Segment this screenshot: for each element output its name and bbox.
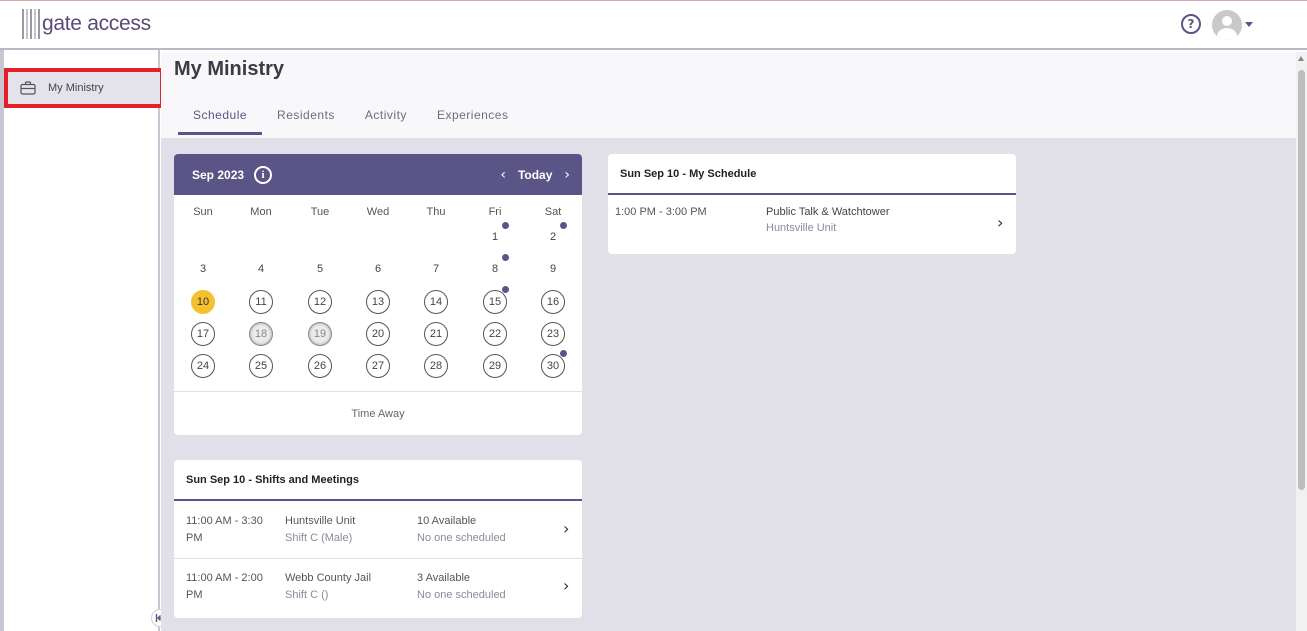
calendar-day[interactable]: 30	[541, 354, 565, 378]
logo-text: gate access	[42, 12, 151, 35]
today-button[interactable]: Today	[518, 168, 552, 182]
avatar[interactable]	[1212, 10, 1242, 40]
briefcase-icon	[20, 81, 36, 95]
calendar-day: 5	[316, 263, 324, 275]
calendar-day-today[interactable]: 10	[191, 290, 215, 314]
event-dot	[502, 222, 509, 229]
calendar-day[interactable]: 19	[308, 322, 332, 346]
schedule-item-title: Public Talk & Watchtower	[766, 206, 890, 218]
shift-name: Shift C ()	[285, 589, 329, 601]
weekday-label: Sat	[544, 206, 562, 218]
event-dot	[560, 222, 567, 229]
calendar-day: 8	[491, 263, 499, 275]
calendar-day[interactable]: 29	[483, 354, 507, 378]
scroll-thumb[interactable]	[1298, 70, 1305, 490]
calendar-day[interactable]: 25	[249, 354, 273, 378]
schedule-item-location: Huntsville Unit	[766, 222, 837, 234]
shift-location: Webb County Jail	[285, 572, 372, 584]
schedule-item-time: 1:00 PM - 3:00 PM	[615, 206, 707, 218]
calendar-day[interactable]: 27	[366, 354, 390, 378]
shift-time: 11:00 AM - 2:00	[186, 572, 263, 584]
chevron-right-icon[interactable]: ›	[563, 519, 569, 538]
calendar-card: Sep 2023 i ‹ Today › Sun Mon Tue Wed Thu Fri S…	[174, 154, 582, 435]
calendar-day[interactable]: 18	[249, 322, 273, 346]
calendar-day: 9	[549, 263, 557, 275]
calendar-day[interactable]: 20	[366, 322, 390, 346]
calendar-day[interactable]: 17	[191, 322, 215, 346]
event-dot	[560, 350, 567, 357]
scrollbar[interactable]	[1296, 52, 1307, 631]
chevron-right-icon[interactable]: ›	[563, 576, 569, 595]
calendar-day[interactable]: 11	[249, 290, 273, 314]
weekday-label: Wed	[366, 206, 390, 218]
shift-name: Shift C (Male)	[285, 532, 353, 544]
prev-month-icon[interactable]: ‹	[500, 167, 506, 183]
shift-available: 10 Available	[417, 515, 477, 527]
calendar-day[interactable]: 13	[366, 290, 390, 314]
schedule-item[interactable]: 1:00 PM - 3:00 PM Public Talk & Watchtow…	[608, 195, 1016, 252]
calendar-day[interactable]: 14	[424, 290, 448, 314]
chevron-down-icon[interactable]	[1245, 22, 1253, 27]
sidebar: My Ministry	[0, 50, 164, 631]
top-bar: gate access ?	[0, 0, 1307, 50]
calendar-day: 4	[257, 263, 265, 275]
app-logo[interactable]: gate access	[22, 8, 151, 40]
tab-schedule[interactable]: Schedule	[178, 104, 263, 135]
scroll-up-icon[interactable]	[1298, 56, 1304, 61]
shift-time-suffix: PM	[186, 532, 203, 544]
shift-scheduled: No one scheduled	[417, 589, 506, 601]
calendar-day[interactable]: 16	[541, 290, 565, 314]
next-month-icon[interactable]: ›	[564, 167, 570, 183]
help-icon[interactable]: ?	[1181, 14, 1201, 34]
weekday-label: Sun	[193, 206, 213, 218]
sidebar-item-label: My Ministry	[48, 82, 104, 94]
shift-scheduled: No one scheduled	[417, 532, 506, 544]
shift-time-suffix: PM	[186, 589, 203, 601]
main-header: My Ministry Schedule Residents Activity …	[161, 52, 1296, 138]
tab-residents[interactable]: Residents	[262, 104, 350, 135]
weekday-label: Thu	[426, 206, 446, 218]
info-icon[interactable]: i	[254, 165, 273, 184]
shift-row[interactable]: 11:00 AM - 3:30 PM Huntsville Unit Shift…	[174, 501, 582, 559]
calendar-day[interactable]: 23	[541, 322, 565, 346]
my-schedule-card: Sun Sep 10 - My Schedule 1:00 PM - 3:00 …	[608, 154, 1016, 254]
time-away-link[interactable]: Time Away	[174, 391, 582, 435]
shift-row[interactable]: 11:00 AM - 2:00 PM Webb County Jail Shif…	[174, 559, 582, 617]
weekday-label: Mon	[250, 206, 272, 218]
calendar-day[interactable]: 24	[191, 354, 215, 378]
sidebar-item-my-ministry[interactable]: My Ministry	[4, 68, 164, 108]
shifts-title: Sun Sep 10 - Shifts and Meetings	[174, 460, 582, 501]
tab-bar: Schedule Residents Activity Experiences	[178, 104, 523, 135]
calendar-day: 2	[549, 231, 557, 243]
shift-time: 11:00 AM - 3:30	[186, 515, 263, 527]
calendar-day[interactable]: 15	[483, 290, 507, 314]
shift-available: 3 Available	[417, 572, 471, 584]
calendar-day: 3	[199, 263, 207, 275]
calendar-day[interactable]: 21	[424, 322, 448, 346]
page-title: My Ministry	[174, 58, 285, 80]
event-dot	[502, 254, 509, 261]
calendar-month: Sep 2023	[192, 167, 245, 182]
calendar-day[interactable]: 12	[308, 290, 332, 314]
logo-bars-icon	[22, 9, 40, 39]
calendar-day: 6	[374, 263, 382, 275]
event-dot	[502, 286, 509, 293]
calendar-day: 7	[432, 263, 440, 275]
calendar-day[interactable]: 26	[308, 354, 332, 378]
weekday-label: Tue	[310, 206, 330, 218]
calendar-day[interactable]: 28	[424, 354, 448, 378]
weekday-label: Fri	[488, 206, 502, 218]
shift-location: Huntsville Unit	[285, 515, 356, 527]
weekday-header: Sun Mon Tue Wed Thu Fri Sat	[174, 206, 582, 220]
calendar-day: 1	[491, 231, 499, 243]
my-schedule-title: Sun Sep 10 - My Schedule	[608, 154, 1016, 195]
tab-experiences[interactable]: Experiences	[422, 104, 524, 135]
calendar-day[interactable]: 22	[483, 322, 507, 346]
shifts-card: Sun Sep 10 - Shifts and Meetings 11:00 A…	[174, 460, 582, 618]
calendar-header: Sep 2023 i ‹ Today ›	[174, 154, 582, 195]
chevron-right-icon[interactable]: ›	[997, 213, 1003, 232]
tab-activity[interactable]: Activity	[350, 104, 422, 135]
